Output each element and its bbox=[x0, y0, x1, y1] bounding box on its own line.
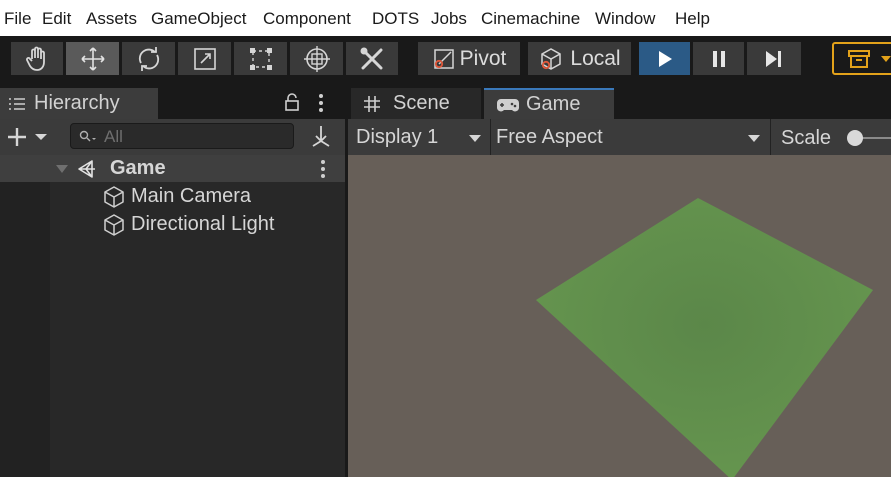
rect-tool-icon bbox=[249, 47, 272, 70]
kebab-menu-icon[interactable] bbox=[320, 160, 326, 178]
move-tool-icon bbox=[80, 46, 105, 71]
hierarchy-panel: Hierarchy All Game Main Camera Direction… bbox=[0, 86, 345, 477]
rect-tool-button[interactable] bbox=[234, 42, 287, 75]
kebab-menu-icon[interactable] bbox=[318, 94, 324, 112]
search-placeholder: All bbox=[104, 127, 123, 146]
menu-edit[interactable]: Edit bbox=[42, 9, 71, 29]
unity-scene-icon bbox=[78, 160, 95, 178]
game-viewport[interactable] bbox=[348, 155, 891, 477]
custom-tools-icon bbox=[360, 47, 383, 69]
chevron-down-icon bbox=[469, 135, 481, 142]
layers-dropdown[interactable] bbox=[832, 42, 891, 75]
local-label: Local bbox=[570, 46, 621, 70]
lock-icon[interactable] bbox=[284, 93, 300, 111]
triangle-down-icon bbox=[56, 165, 68, 173]
scale-tool-button[interactable] bbox=[178, 42, 231, 75]
menu-assets[interactable]: Assets bbox=[86, 9, 137, 29]
tab-hierarchy[interactable]: Hierarchy bbox=[0, 88, 158, 119]
archive-icon bbox=[848, 50, 870, 68]
transform-tool-icon bbox=[303, 45, 330, 72]
hand-tool-button[interactable] bbox=[11, 42, 63, 75]
chevron-down-icon bbox=[881, 56, 891, 62]
chevron-down-icon bbox=[748, 135, 760, 142]
green-plane bbox=[536, 198, 873, 477]
hierarchy-item-label: Directional Light bbox=[131, 213, 275, 235]
step-icon bbox=[766, 50, 781, 67]
toolbar-separator bbox=[770, 119, 771, 155]
gameobject-cube-icon bbox=[104, 214, 124, 236]
main-toolbar: Pivot Local bbox=[0, 36, 891, 86]
rotate-tool-icon bbox=[138, 46, 159, 71]
menu-help[interactable]: Help bbox=[675, 9, 710, 29]
transform-tool-button[interactable] bbox=[290, 42, 343, 75]
aspect-dropdown[interactable]: Free Aspect bbox=[491, 119, 768, 155]
display-value: Display 1 bbox=[356, 126, 439, 148]
menu-gameobject[interactable]: GameObject bbox=[151, 9, 246, 29]
menu-window[interactable]: Window bbox=[595, 9, 655, 29]
tab-game[interactable]: Game bbox=[484, 88, 614, 119]
scale-label: Scale bbox=[781, 127, 832, 149]
gamepad-icon bbox=[497, 98, 519, 111]
hierarchy-search-input[interactable]: All bbox=[70, 123, 294, 149]
local-icon bbox=[541, 47, 562, 70]
move-tool-button[interactable] bbox=[66, 42, 119, 75]
scene-name: Game bbox=[110, 157, 166, 179]
pivot-label: Pivot bbox=[459, 46, 507, 70]
tab-scene-label: Scene bbox=[393, 92, 450, 114]
play-button[interactable] bbox=[639, 42, 690, 75]
add-dropdown-icon[interactable] bbox=[7, 127, 49, 147]
aspect-value: Free Aspect bbox=[496, 126, 603, 148]
menu-bar: File Edit Assets GameObject Component DO… bbox=[0, 0, 891, 36]
scene-row-game[interactable]: Game bbox=[0, 155, 345, 182]
view-tab-bar: Scene Game bbox=[348, 86, 891, 119]
grid-hash-icon bbox=[364, 95, 380, 112]
local-button[interactable]: Local bbox=[528, 42, 631, 75]
tab-hierarchy-label: Hierarchy bbox=[34, 92, 120, 114]
search-icon bbox=[79, 130, 96, 142]
pivot-icon bbox=[433, 48, 454, 69]
hierarchy-item-label: Main Camera bbox=[131, 185, 252, 207]
menu-cinemachine[interactable]: Cinemachine bbox=[481, 9, 580, 29]
hierarchy-item-main-camera[interactable]: Main Camera bbox=[0, 183, 345, 210]
play-icon bbox=[658, 50, 672, 67]
scale-slider-thumb[interactable] bbox=[847, 130, 863, 146]
hierarchy-toolbar: All bbox=[0, 119, 345, 155]
display-dropdown[interactable]: Display 1 bbox=[348, 119, 488, 155]
hierarchy-tab-bar: Hierarchy bbox=[0, 86, 345, 119]
list-icon bbox=[9, 97, 25, 110]
hierarchy-item-directional-light[interactable]: Directional Light bbox=[0, 211, 345, 238]
step-button[interactable] bbox=[747, 42, 801, 75]
game-view-panel: Scene Game Display 1 Free Aspect Scale bbox=[348, 86, 891, 477]
pivot-button[interactable]: Pivot bbox=[418, 42, 520, 75]
tab-scene[interactable]: Scene bbox=[351, 88, 481, 119]
hand-tool-icon bbox=[26, 46, 45, 71]
game-view-toolbar: Display 1 Free Aspect Scale bbox=[348, 119, 891, 155]
menu-component[interactable]: Component bbox=[263, 9, 351, 29]
gameobject-cube-icon bbox=[104, 186, 124, 208]
menu-dots[interactable]: DOTS bbox=[372, 9, 419, 29]
pause-icon bbox=[712, 50, 725, 67]
sort-icon[interactable] bbox=[309, 124, 333, 148]
scale-tool-icon bbox=[193, 47, 216, 70]
menu-jobs[interactable]: Jobs bbox=[431, 9, 467, 29]
custom-tools-button[interactable] bbox=[346, 42, 398, 75]
tab-game-label: Game bbox=[526, 93, 581, 115]
pause-button[interactable] bbox=[693, 42, 744, 75]
rotate-tool-button[interactable] bbox=[122, 42, 175, 75]
menu-file[interactable]: File bbox=[4, 9, 31, 29]
